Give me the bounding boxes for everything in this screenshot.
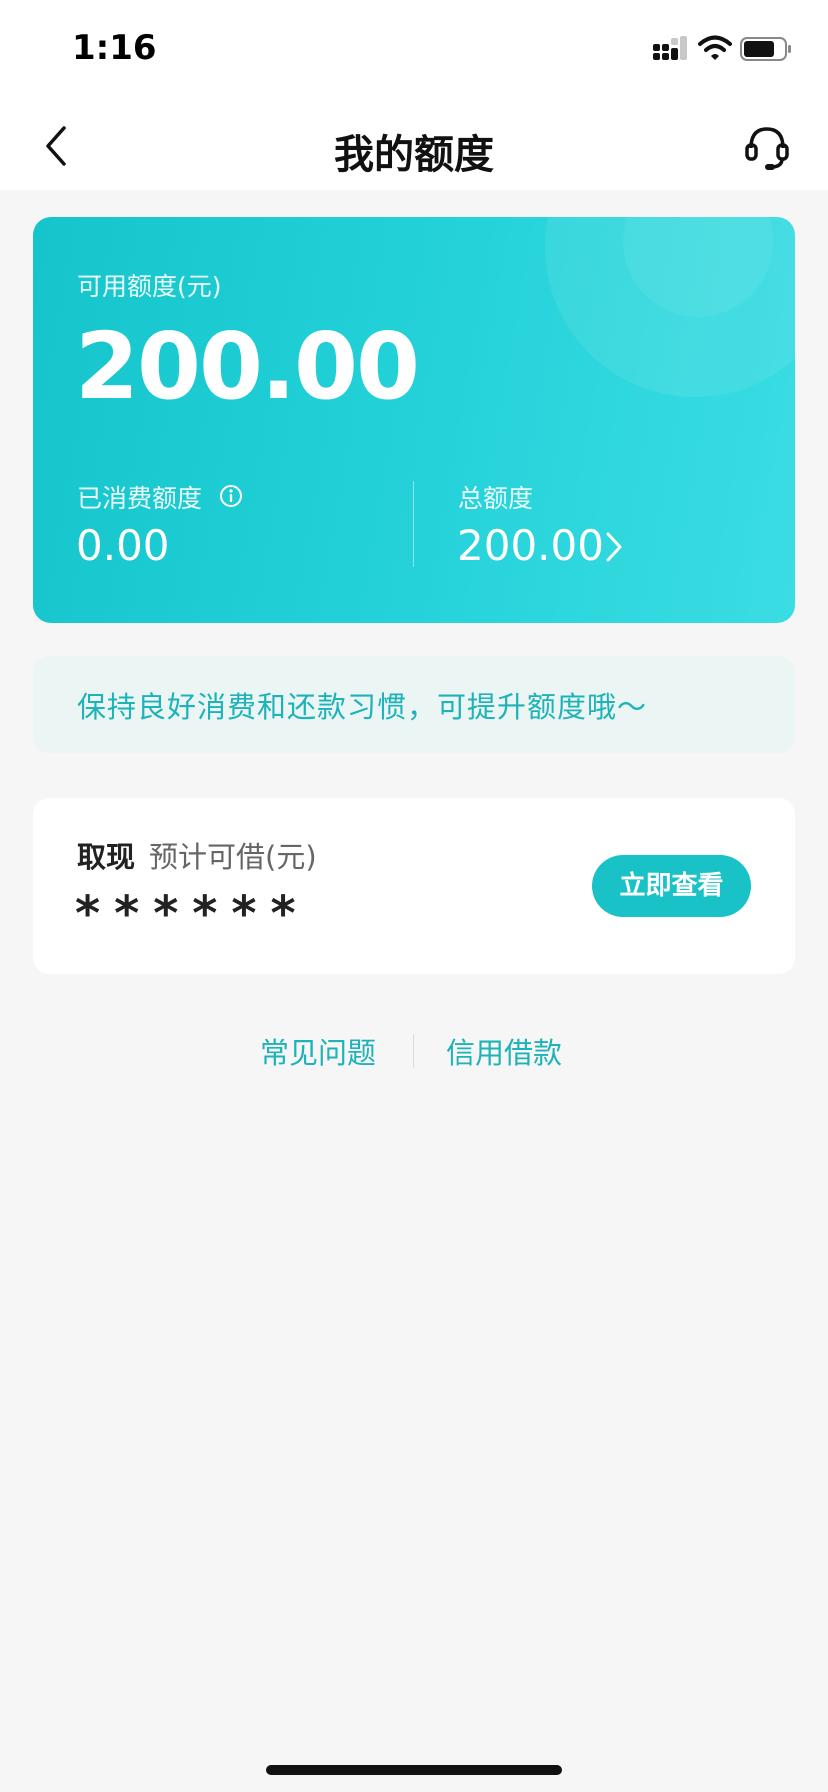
chevron-right-icon[interactable] bbox=[603, 529, 625, 565]
available-value: 200.00 bbox=[75, 313, 420, 420]
used-label: 已消费额度 bbox=[77, 484, 203, 513]
headset-icon[interactable] bbox=[742, 122, 792, 172]
signal-icon bbox=[653, 36, 687, 60]
masked-amount: ****** bbox=[75, 886, 310, 942]
nav-bar: 我的额度 bbox=[0, 100, 828, 190]
battery-icon bbox=[740, 37, 791, 61]
info-icon[interactable] bbox=[219, 484, 243, 508]
page-title: 我的额度 bbox=[334, 132, 494, 178]
faq-link[interactable]: 常见问题 bbox=[260, 1030, 376, 1072]
total-label: 总额度 bbox=[458, 484, 534, 513]
credit-loan-link[interactable]: 信用借款 bbox=[446, 1030, 562, 1072]
tip-text: 保持良好消费和还款习惯，可提升额度哦～ bbox=[77, 690, 648, 724]
status-bar: 1:16 bbox=[0, 0, 828, 100]
divider bbox=[413, 481, 414, 567]
available-label: 可用额度(元) bbox=[77, 272, 222, 301]
wifi-icon bbox=[698, 35, 732, 60]
total-value[interactable]: 200.00 bbox=[457, 521, 604, 570]
status-time: 1:16 bbox=[72, 28, 157, 68]
view-now-button[interactable]: 立即查看 bbox=[592, 855, 751, 917]
cash-title: 取现 bbox=[77, 840, 136, 874]
cash-subtitle: 预计可借(元) bbox=[149, 840, 317, 874]
used-value: 0.00 bbox=[76, 521, 170, 570]
cash-card: 取现 预计可借(元) ****** 立即查看 bbox=[33, 798, 795, 974]
credit-card: 可用额度(元) 200.00 已消费额度 0.00 总额度 200.00 bbox=[33, 217, 795, 623]
home-indicator bbox=[266, 1765, 562, 1775]
divider bbox=[413, 1034, 414, 1068]
tip-banner: 保持良好消费和还款习惯，可提升额度哦～ bbox=[33, 656, 795, 753]
footer-links: 常见问题 信用借款 bbox=[0, 1030, 828, 1074]
